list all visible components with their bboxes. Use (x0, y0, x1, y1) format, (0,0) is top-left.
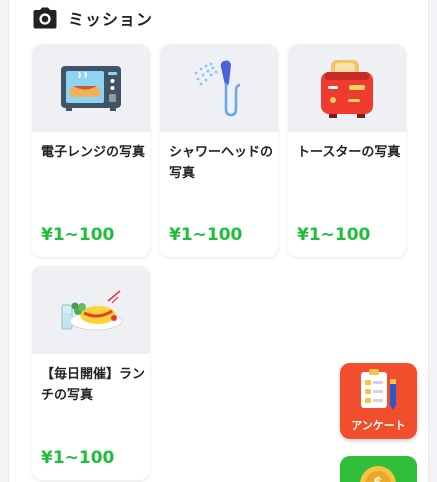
camera-icon (33, 7, 57, 29)
coin-icon: $ (360, 466, 396, 482)
mission-card-microwave[interactable]: 電子レンジの写真 ¥1~100 (32, 44, 150, 257)
mission-thumbnail (288, 44, 406, 132)
toaster-icon (321, 60, 373, 118)
mission-thumbnail (32, 266, 150, 354)
mission-card-lunch[interactable]: 【毎日開催】ランチの写真 ¥1~100 (32, 266, 150, 480)
mission-reward: ¥1~100 (297, 225, 371, 245)
survey-label: アンケート (351, 419, 406, 432)
svg-text:$: $ (373, 475, 383, 482)
mission-reward: ¥1~100 (169, 225, 243, 245)
microwave-icon (61, 66, 121, 111)
mission-title: トースターの写真 (297, 145, 401, 160)
lunch-plate-icon (61, 290, 123, 331)
mission-card-toaster[interactable]: トースターの写真 ¥1~100 (288, 44, 406, 257)
mission-card-shower-head[interactable]: シャワーヘッドの写真 ¥1~100 (160, 44, 278, 257)
mission-reward: ¥1~100 (41, 448, 115, 468)
mission-title: シャワーヘッドの写真 (169, 145, 274, 181)
mission-thumbnail (160, 44, 278, 132)
shower-head-icon (194, 60, 241, 117)
survey-icon (361, 369, 396, 410)
survey-button[interactable]: アンケート (340, 363, 417, 439)
mission-thumbnail (32, 44, 150, 132)
mission-title: 【毎日開催】ランチの写真 (41, 367, 146, 403)
mission-header: ミッション (33, 5, 153, 31)
coin-button[interactable]: $ (340, 456, 417, 482)
mission-reward: ¥1~100 (41, 225, 115, 245)
mission-title: 電子レンジの写真 (41, 145, 146, 160)
section-title: ミッション (68, 10, 154, 29)
